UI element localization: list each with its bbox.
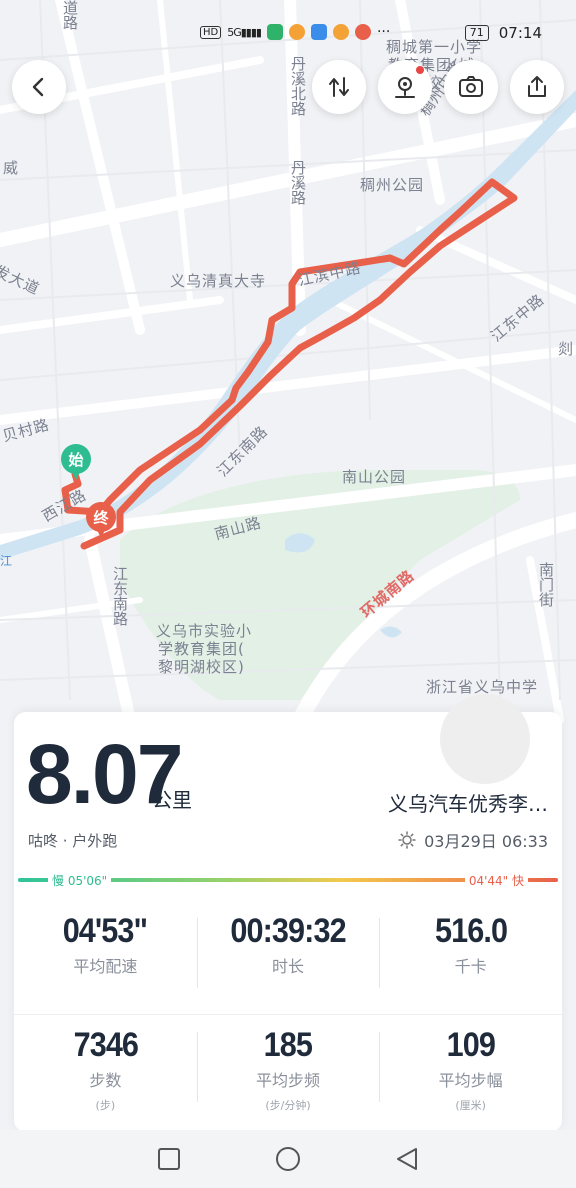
map-label: 江东南路 (111, 566, 129, 626)
avatar[interactable] (440, 694, 530, 784)
stat-label: 步数 (89, 1071, 122, 1090)
datetime-text: 03月29日 06:33 (424, 832, 548, 851)
stat-unit: (步) (95, 1099, 116, 1112)
location-button[interactable] (378, 60, 432, 114)
stat-label: 平均步幅 (438, 1071, 503, 1090)
map-label: 南山公园 (342, 468, 407, 486)
location-icon (395, 77, 415, 98)
row-divider (14, 1014, 562, 1015)
map-label: 丹溪路 (289, 160, 307, 205)
pace-gradient-bar: 慢 05'06" 04'44" 快 (18, 872, 558, 889)
stat-steps: 7346 步数 (步) (14, 1026, 197, 1113)
pace-slow-label: 慢 05'06" (48, 872, 112, 889)
stat-value: 7346 (73, 1026, 138, 1064)
notification-dot (416, 66, 424, 74)
start-marker[interactable]: 始 (61, 444, 91, 482)
map-label: 义乌清真大寺 (170, 272, 267, 290)
back-icon (32, 77, 44, 97)
system-nav-bar (0, 1130, 576, 1188)
stat-value: 04'53" (63, 912, 148, 950)
distance-unit: 公里 (152, 788, 192, 812)
map-label: 剡 (558, 340, 575, 358)
stat-label: 千卡 (454, 957, 487, 976)
back-button[interactable] (12, 60, 66, 114)
run-datetime: 03月29日 06:33 (398, 828, 548, 852)
camera-icon (459, 76, 483, 97)
share-icon (528, 76, 546, 97)
run-title[interactable]: 义乌汽车优秀李… (388, 788, 548, 817)
map-label: 威 (1, 160, 19, 175)
more-dots-icon: ··· (376, 24, 391, 40)
stat-value: 109 (446, 1026, 495, 1064)
clock: 07:14 (498, 24, 542, 42)
status-bar: HD 5G▮▮▮▮ ··· 71 07:14 (0, 20, 576, 48)
stat-duration: 00:39:32 时长 (196, 912, 380, 988)
stat-cadence: 185 平均步频 (步/分钟) (196, 1026, 380, 1113)
battery-indicator: 71 (464, 25, 489, 41)
weibo-icon (354, 24, 371, 40)
chat-icon (310, 24, 327, 40)
run-source: 咕咚 · 户外跑 (28, 832, 118, 850)
back-nav-icon[interactable] (394, 1146, 420, 1172)
stat-unit: (步/分钟) (265, 1099, 311, 1112)
stats-row-1: 04'53" 平均配速 00:39:32 时长 516.0 千卡 (14, 912, 562, 988)
map-label: 丹溪北路 (289, 56, 307, 116)
home-icon[interactable] (275, 1146, 301, 1172)
swap-route-button[interactable] (312, 60, 366, 114)
app-badge-icon (266, 24, 283, 40)
stat-calories: 516.0 千卡 (379, 912, 562, 988)
camera-button[interactable] (444, 60, 498, 114)
stats-row-2: 7346 步数 (步) 185 平均步频 (步/分钟) 109 平均步幅 (厘米… (14, 1026, 562, 1113)
recent-apps-icon[interactable] (156, 1146, 182, 1172)
stat-value: 00:39:32 (230, 912, 346, 950)
pace-fast-label: 04'44" 快 (464, 872, 528, 889)
weibo-icon (332, 24, 349, 40)
sun-icon (398, 831, 416, 849)
share-button[interactable] (510, 60, 564, 114)
stat-label: 平均步频 (256, 1071, 321, 1090)
map-label: 南门街 (537, 562, 555, 607)
5g-signal-icon: 5G▮▮▮▮ (227, 25, 262, 39)
swap-route-icon (329, 77, 349, 97)
map-label: 稠州公园 (360, 176, 425, 194)
stat-label: 平均配速 (73, 957, 138, 976)
stat-unit: (厘米) (455, 1099, 486, 1112)
end-marker[interactable]: 终 (86, 502, 116, 540)
map-label: 江 (0, 554, 14, 568)
stat-value: 185 (263, 1026, 313, 1064)
hd-icon: HD (200, 25, 222, 39)
stat-value: 516.0 (434, 912, 508, 950)
map-label: 黎明湖校区) (158, 658, 245, 676)
stat-stride: 109 平均步幅 (厘米) (379, 1026, 562, 1113)
stat-avg-pace: 04'53" 平均配速 (14, 912, 197, 977)
weibo-icon (288, 24, 305, 40)
stat-label: 时长 (272, 957, 305, 976)
